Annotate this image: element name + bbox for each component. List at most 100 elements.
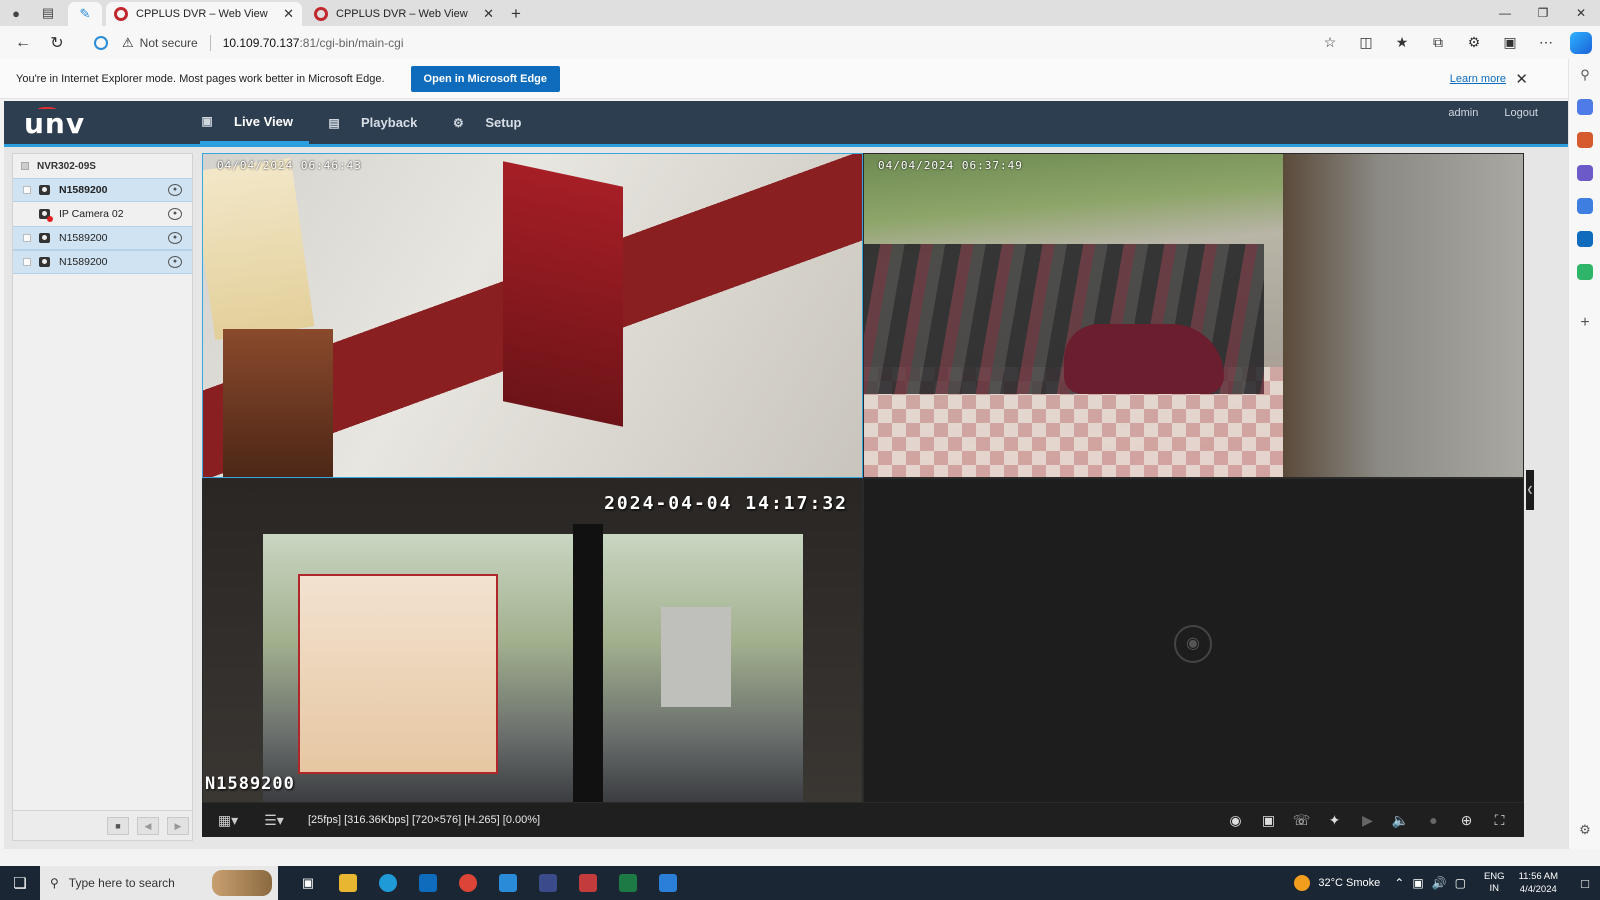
tab-live-view[interactable]: ▣ Live View [200,101,310,144]
tools-icon[interactable] [1577,132,1593,148]
back-icon[interactable]: ← [6,28,40,58]
tab-ie-mode[interactable]: ✎ [68,2,102,26]
video-pane-2[interactable]: 04/04/2024 06:37:49 [863,153,1524,478]
remote-app-icon[interactable] [648,866,688,900]
digital-zoom-icon[interactable]: ⊕ [1450,806,1483,834]
drop-icon[interactable] [1577,264,1593,280]
snipping-tool-icon[interactable] [568,866,608,900]
tree-item-camera-1[interactable]: N1589200 ● [13,178,192,202]
ptz-icon[interactable]: ✦ [1318,806,1351,834]
windows-start-icon[interactable]: ❏ [0,866,40,900]
shopping-icon[interactable] [1577,99,1593,115]
restore-icon[interactable]: ❐ [1524,0,1562,26]
edge-icon[interactable] [368,866,408,900]
instant-playback-icon[interactable]: ▶ [1351,806,1384,834]
sidebar-settings-icon[interactable]: ⚙ [1577,822,1593,838]
microphone-icon[interactable]: ● [1417,806,1450,834]
copilot-icon[interactable] [1570,31,1592,54]
minimize-icon[interactable]: — [1486,0,1524,26]
file-explorer-icon[interactable] [328,866,368,900]
outlook-icon[interactable] [408,866,448,900]
next-page-icon[interactable]: ▶ [167,817,189,835]
store-icon[interactable] [488,866,528,900]
monitor-icon: ▣ [201,114,213,128]
tab-actions-icon[interactable]: ▤ [32,0,64,26]
expand-toggle[interactable] [23,186,31,194]
tree-item-camera-4[interactable]: N1589200 ● [13,250,192,274]
new-tab-button[interactable]: + [502,2,530,26]
open-in-edge-button[interactable]: Open in Microsoft Edge [410,65,560,92]
favorites-icon[interactable]: ★ [1384,34,1420,51]
tree-root[interactable]: NVR302-09S [13,154,192,178]
close-tab-icon[interactable]: ✕ [283,6,294,22]
expand-toggle[interactable] [23,234,31,242]
security-label[interactable]: Not secure [140,36,198,50]
collapse-panel-icon[interactable]: ❮ [1526,470,1534,510]
previous-page-icon[interactable]: ◀ [137,817,159,835]
stream-select-icon[interactable]: ☰▾ [254,806,294,834]
url-field[interactable]: ⚠ Not secure 10.109.70.137:81/cgi-bin/ma… [94,29,403,57]
record-status-icon[interactable]: ● [168,184,182,196]
search-icon[interactable]: ⚲ [1577,67,1593,83]
tree-item-camera-3[interactable]: N1589200 ● [13,226,192,250]
close-infobar-icon[interactable]: ✕ [1515,70,1528,88]
app-icon[interactable] [528,866,568,900]
tree-item-camera-2[interactable]: IP Camera 02 ● [13,202,192,226]
browser-essentials-icon[interactable]: ▣ [1492,34,1528,51]
tab-setup[interactable]: ⚙ Setup [451,101,537,144]
camera-icon [39,233,50,243]
talk-icon[interactable]: ☏ [1285,806,1318,834]
refresh-icon[interactable]: ↻ [40,28,74,58]
layout-grid-icon[interactable]: ▦▾ [208,806,248,834]
warning-icon[interactable]: ⚠ [122,35,134,51]
username-link[interactable]: admin [1448,107,1478,119]
close-window-icon[interactable]: ✕ [1562,0,1600,26]
ie-mode-message: You're in Internet Explorer mode. Most p… [16,72,385,85]
tab-cpplus-2[interactable]: CPPLUS DVR – Web View ✕ [306,2,502,26]
microsoft365-icon[interactable] [1577,198,1593,214]
root-toggle[interactable] [21,162,29,170]
profile-icon[interactable]: ● [0,0,32,26]
osd-timestamp: 04/04/2024 06:46:43 [217,159,362,172]
close-tab-icon[interactable]: ✕ [483,6,494,22]
video-pane-3[interactable]: 2024-04-04 14:17:32 N1589200 [202,478,863,803]
record-status-icon[interactable]: ● [168,232,182,244]
task-view-icon[interactable]: ▣ [288,866,328,900]
logout-link[interactable]: Logout [1504,107,1538,119]
notification-icon[interactable]: □ [1570,876,1600,891]
audio-icon[interactable]: 🔈 [1384,806,1417,834]
record-clip-icon[interactable]: ▣ [1252,806,1285,834]
collections-icon[interactable]: ⧉ [1420,34,1456,51]
video-pane-4-empty[interactable]: ◉ [863,478,1524,803]
clock[interactable]: 11:56 AM 4/4/2024 [1519,870,1558,896]
record-status-icon[interactable]: ● [168,208,182,220]
games-icon[interactable] [1577,165,1593,181]
record-status-icon[interactable]: ● [168,256,182,268]
video-pane-1[interactable]: 04/04/2024 06:46:43 [202,153,863,478]
url-host: 10.109.70.137 [222,35,300,50]
taskbar-search[interactable]: ⚲ Type here to search [40,866,278,900]
address-bar-row: ← ↻ ⚠ Not secure 10.109.70.137:81/cgi-bi… [0,26,1600,59]
fullscreen-icon[interactable]: ⛶ [1483,806,1516,834]
video-tools: ◉ ▣ ☏ ✦ ▶ 🔈 ● ⊕ ⛶ [1219,803,1516,837]
add-sidebar-app-icon[interactable]: + [1577,315,1593,331]
tab-playback[interactable]: ▤ Playback [327,101,433,144]
expand-toggle[interactable] [23,258,31,266]
snapshot-icon[interactable]: ◉ [1219,806,1252,834]
weather-widget[interactable]: 32°C Smoke [1294,875,1380,891]
more-options-icon[interactable]: ⋯ [1528,34,1564,51]
notice-scene [661,607,731,707]
favorite-star-icon[interactable]: ☆ [1312,34,1348,51]
chrome-icon[interactable] [448,866,488,900]
outlook-icon[interactable] [1577,231,1593,247]
ie-mode-infobar: You're in Internet Explorer mode. Most p… [0,59,1568,99]
language-indicator[interactable]: ENG IN [1484,871,1505,895]
stop-all-icon[interactable]: ■ [107,817,129,835]
split-screen-icon[interactable]: ◫ [1348,34,1384,51]
tray-icons[interactable]: ⌃▣🔊▢ [1394,876,1474,890]
excel-icon[interactable] [608,866,648,900]
learn-more-link[interactable]: Learn more [1450,73,1506,85]
tab-cpplus-1[interactable]: CPPLUS DVR – Web View ✕ [106,2,302,26]
taskbar-apps: ▣ [288,866,688,900]
extensions-icon[interactable]: ⚙ [1456,34,1492,51]
